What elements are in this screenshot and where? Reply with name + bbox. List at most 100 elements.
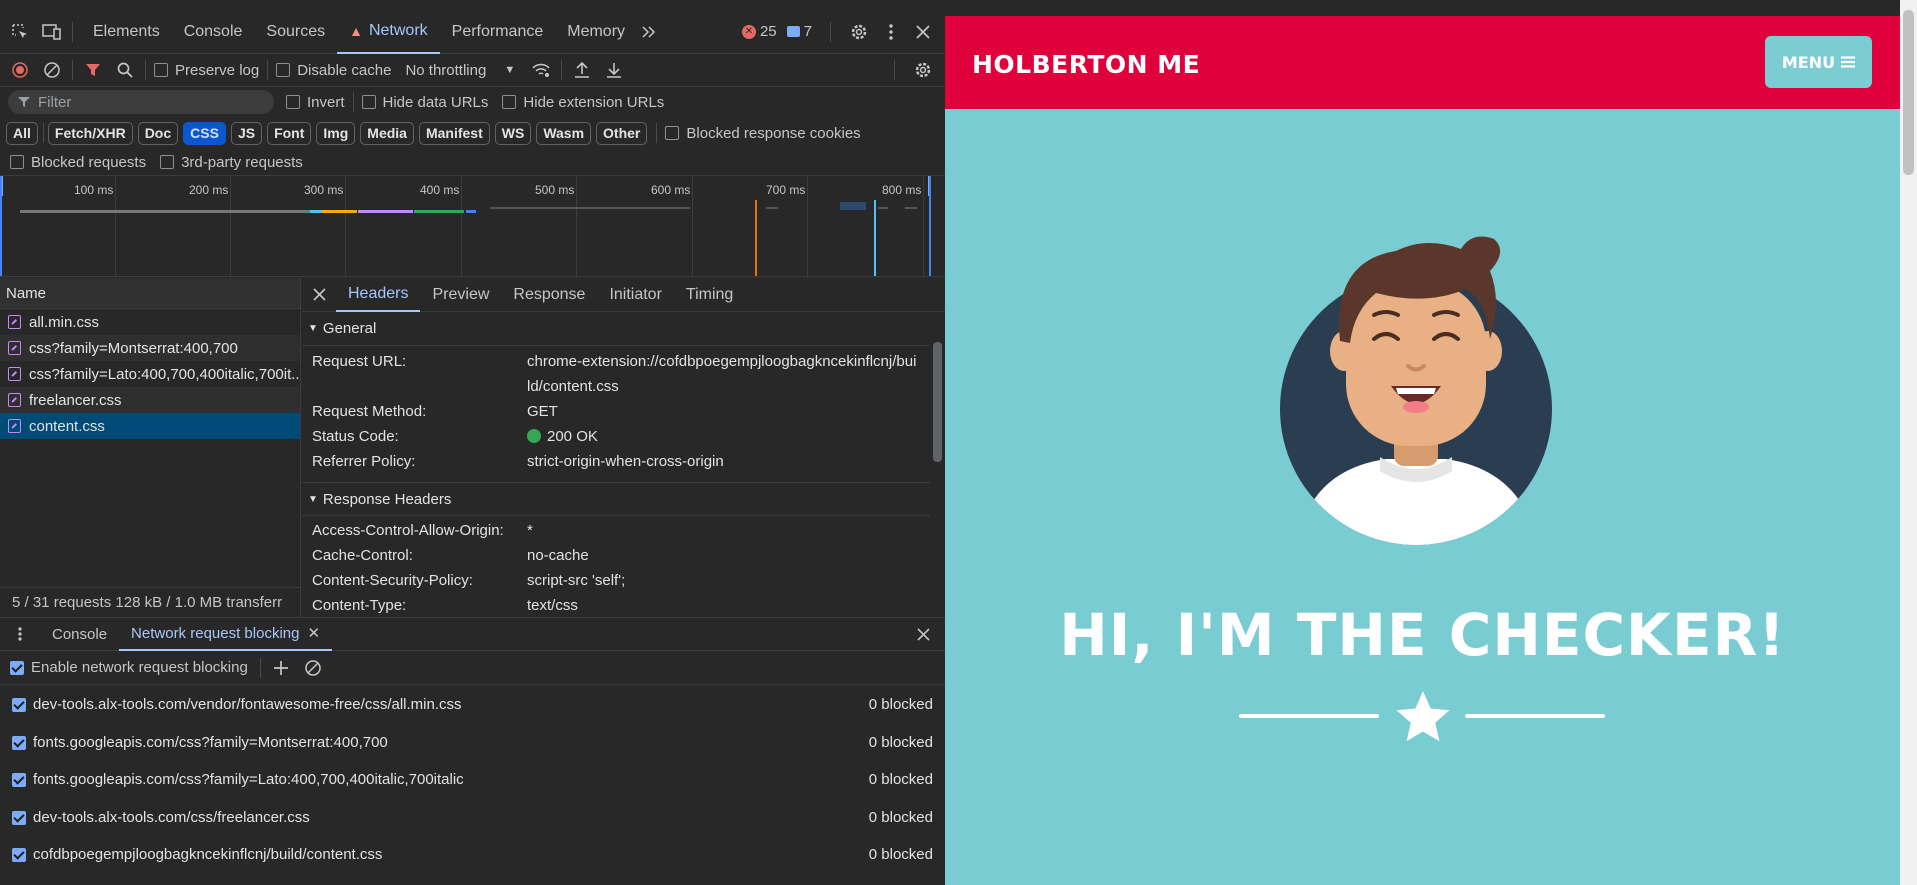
request-row[interactable]: freelancer.css [0,387,300,413]
tab-response[interactable]: Response [501,278,597,312]
more-options-icon[interactable] [879,20,903,44]
disable-cache-label: Disable cache [297,61,392,79]
pattern-enabled-checkbox[interactable] [12,847,26,862]
pattern-enabled-checkbox[interactable] [12,810,26,825]
type-filter-js[interactable]: JS [230,121,263,145]
resource-type-filters: All Fetch/XHR Doc CSS JS Font Img Media … [0,117,945,149]
menu-button[interactable]: MENU [1765,36,1872,88]
page-scrollbar-thumb[interactable] [1903,10,1914,175]
close-devtools-icon[interactable] [911,20,935,44]
request-details-pane: Headers Preview Response Initiator Timin… [302,278,945,617]
settings-gear-icon[interactable] [847,20,871,44]
type-filter-img[interactable]: Img [316,121,356,145]
blocking-pattern-row[interactable]: dev-tools.alx-tools.com/vendor/fontaweso… [0,686,945,723]
blocking-pattern-row[interactable]: dev-tools.alx-tools.com/css/freelancer.c… [0,799,945,836]
request-row[interactable]: css?family=Lato:400,700,400italic,700it.… [0,361,300,387]
page-scrollbar[interactable] [1900,0,1917,885]
header-name: Access-Control-Allow-Origin: [312,522,504,539]
details-scrollbar[interactable] [930,312,945,617]
filter-funnel-icon[interactable] [81,58,105,82]
scrollbar-thumb[interactable] [933,342,942,462]
drawer-menu-icon[interactable] [8,622,32,646]
general-section-header[interactable]: ▼ General [302,312,945,346]
hide-extension-urls-checkbox[interactable]: Hide extension URLs [502,94,664,111]
more-tabs-icon[interactable] [637,20,661,44]
type-filter-ws[interactable]: WS [494,121,532,145]
site-brand[interactable]: HOLBERTON ME [972,50,1200,79]
blocking-pattern-row[interactable]: fonts.googleapis.com/css?family=Montserr… [0,724,945,761]
export-har-icon[interactable] [602,58,626,82]
drawer-tab-console[interactable]: Console [40,618,119,651]
header-value: * [527,522,533,539]
close-tab-icon[interactable]: ✕ [307,624,320,642]
tab-memory[interactable]: Memory [555,10,637,54]
error-counter[interactable]: ✕ 25 [741,23,777,40]
import-har-icon[interactable] [570,58,594,82]
network-settings-icon[interactable] [911,58,935,82]
clear-icon[interactable] [40,58,64,82]
pattern-enabled-checkbox[interactable] [12,697,26,712]
request-row[interactable]: all.min.css [0,309,300,335]
site-navbar: HOLBERTON ME MENU [945,16,1900,109]
tab-headers[interactable]: Headers [336,278,421,312]
type-filter-manifest[interactable]: Manifest [418,121,490,145]
request-name: content.css [29,417,105,435]
message-counter[interactable]: 7 [786,23,812,40]
type-filter-wasm[interactable]: Wasm [536,121,592,145]
close-details-icon[interactable] [302,288,336,301]
web-page-viewport: HOLBERTON ME MENU HI, I'M THE CHECKER! [945,0,1917,885]
filter-row: Filter Invert Hide data URLs Hide extens… [0,87,945,117]
remove-all-patterns-icon[interactable] [301,656,325,680]
disable-cache-checkbox[interactable]: Disable cache [276,62,391,79]
blocked-response-cookies-checkbox[interactable]: Blocked response cookies [665,125,861,142]
type-filter-css[interactable]: CSS [183,121,226,145]
type-filter-other[interactable]: Other [596,121,648,145]
request-row[interactable]: css?family=Montserrat:400,700 [0,335,300,361]
preserve-log-checkbox[interactable]: Preserve log [154,62,259,79]
type-filter-fetch-xhr[interactable]: Fetch/XHR [47,121,133,145]
blocking-pattern: dev-tools.alx-tools.com/vendor/fontaweso… [33,696,462,713]
tab-initiator[interactable]: Initiator [597,278,673,312]
css-file-icon [8,341,21,355]
name-column-header[interactable]: Name [0,278,300,309]
response-headers-section-header[interactable]: ▼ Response Headers [302,482,945,516]
blocking-pattern-row[interactable]: fonts.googleapis.com/css?family=Lato:400… [0,761,945,798]
tab-network[interactable]: ▲ Network [337,10,440,54]
network-overview-timeline[interactable]: 100 ms 200 ms 300 ms 400 ms 500 ms 600 m… [0,175,945,277]
hide-extension-urls-label: Hide extension URLs [523,93,665,111]
tab-performance[interactable]: Performance [440,10,556,54]
hide-data-urls-checkbox[interactable]: Hide data URLs [361,94,488,111]
details-tabs: Headers Preview Response Initiator Timin… [302,278,945,312]
type-filter-font[interactable]: Font [267,121,312,145]
tab-timing[interactable]: Timing [674,278,745,312]
type-filter-all[interactable]: All [6,121,38,145]
request-row-selected[interactable]: content.css [0,413,300,439]
type-filter-doc[interactable]: Doc [137,121,179,145]
filter-input[interactable]: Filter [8,90,274,114]
pattern-enabled-checkbox[interactable] [12,772,26,787]
search-icon[interactable] [113,58,137,82]
invert-checkbox[interactable]: Invert [286,94,345,111]
header-value: script-src 'self'; [527,572,626,589]
add-pattern-icon[interactable] [269,656,293,680]
tab-sources[interactable]: Sources [254,10,337,54]
tab-console[interactable]: Console [172,10,255,54]
header-value: no-cache [527,547,589,564]
record-icon[interactable] [8,58,32,82]
third-party-requests-checkbox[interactable]: 3rd-party requests [160,154,303,171]
drawer-tab-request-blocking[interactable]: Network request blocking ✕ [119,618,333,651]
header-name: Request URL: [312,353,407,370]
tab-preview[interactable]: Preview [420,278,501,312]
blocking-pattern-row[interactable]: cofdbpoegempjloogbagkncekinflcnj/build/c… [0,836,945,873]
enable-blocking-checkbox[interactable]: Enable network request blocking [10,659,248,676]
network-conditions-icon[interactable] [529,58,553,82]
pattern-enabled-checkbox[interactable] [12,735,26,750]
tab-elements[interactable]: Elements [81,10,172,54]
device-toolbar-icon[interactable] [40,20,64,44]
inspect-element-icon[interactable] [8,20,32,44]
close-drawer-icon[interactable] [911,622,935,646]
type-filter-media[interactable]: Media [360,121,414,145]
throttling-select[interactable]: No throttling ▼ [405,62,515,79]
timeline-gridline [692,176,693,276]
blocked-requests-checkbox[interactable]: Blocked requests [10,154,146,171]
